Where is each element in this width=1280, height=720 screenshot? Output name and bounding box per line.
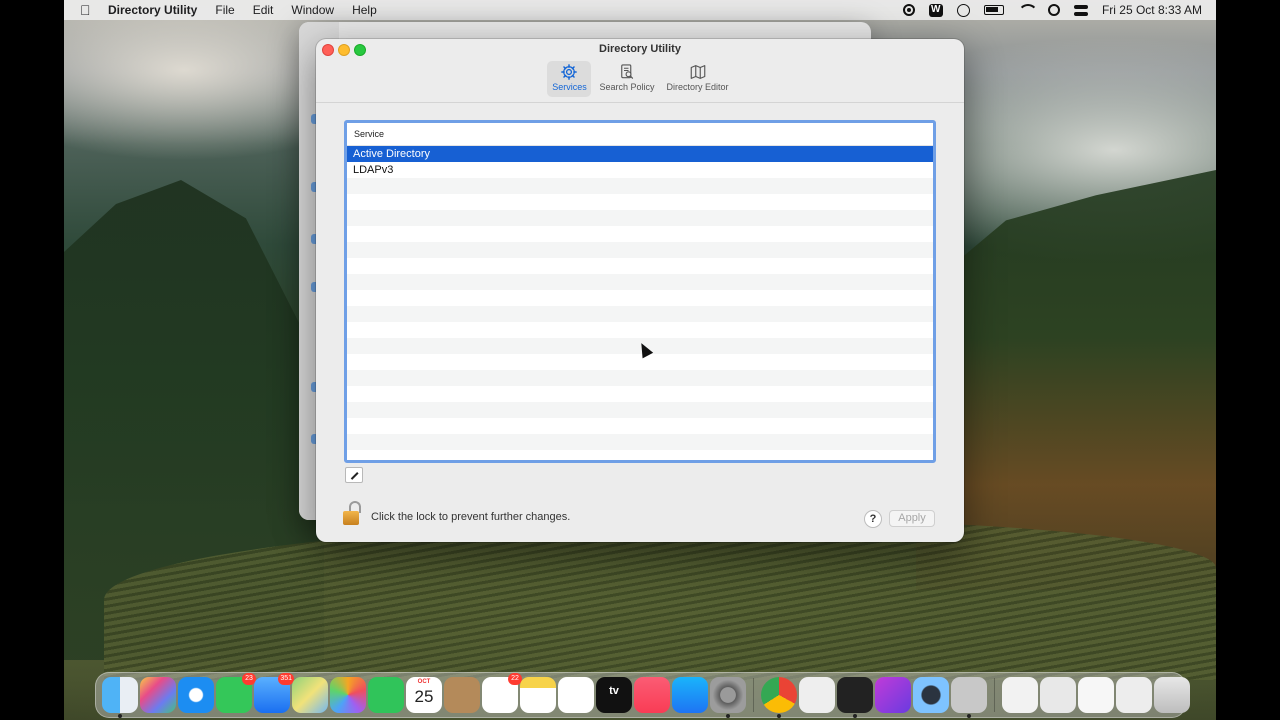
map-icon: [690, 65, 705, 79]
table-row-empty[interactable]: [347, 178, 933, 194]
file-menu[interactable]: File: [206, 3, 243, 17]
help-menu[interactable]: Help: [343, 3, 386, 17]
table-row-empty[interactable]: [347, 210, 933, 226]
running-indicator: [853, 714, 857, 718]
menubar-clock[interactable]: Fri 25 Oct 8:33 AM: [1102, 3, 1202, 17]
dock-separator: [994, 678, 995, 712]
dock-separator: [753, 678, 754, 712]
help-button[interactable]: ?: [864, 510, 882, 528]
running-indicator: [726, 714, 730, 718]
table-row-empty[interactable]: [347, 386, 933, 402]
freeform-icon[interactable]: [558, 677, 594, 713]
document-thumbnail[interactable]: [1040, 677, 1076, 713]
script-editor-icon[interactable]: [799, 677, 835, 713]
gear-icon: [561, 64, 578, 80]
app-menu[interactable]: Directory Utility: [108, 3, 206, 17]
notes-icon[interactable]: [520, 677, 556, 713]
tab-services-label: Services: [552, 82, 587, 92]
app-store-icon[interactable]: [672, 677, 708, 713]
quicktime-icon[interactable]: [913, 677, 949, 713]
table-row-empty[interactable]: [347, 306, 933, 322]
tab-services[interactable]: Services: [547, 61, 592, 97]
battery-icon[interactable]: [983, 5, 1004, 15]
calendar-day: 25: [414, 687, 434, 706]
music-icon[interactable]: [634, 677, 670, 713]
reminders-icon[interactable]: 22: [482, 673, 522, 713]
running-indicator: [967, 714, 971, 718]
tab-directory-editor[interactable]: Directory Editor: [663, 61, 733, 97]
mail-icon[interactable]: 351: [254, 673, 294, 713]
screen-record-icon[interactable]: [902, 4, 915, 16]
apply-button[interactable]: Apply: [889, 510, 935, 527]
tab-search-policy[interactable]: Search Policy: [595, 61, 658, 97]
messages-icon[interactable]: 23: [216, 673, 256, 713]
document-thumbnail[interactable]: [1116, 677, 1152, 713]
tv-icon[interactable]: tv: [596, 677, 632, 713]
table-row-empty[interactable]: [347, 194, 933, 210]
table-row-empty[interactable]: [347, 418, 933, 434]
writer-app-icon[interactable]: [875, 677, 911, 713]
services-table[interactable]: Service Active Directory LDAPv3: [344, 120, 936, 463]
terminal-icon[interactable]: [837, 677, 873, 718]
table-row-empty[interactable]: [347, 370, 933, 386]
chrome-icon[interactable]: [761, 677, 797, 718]
spotlight-search-icon[interactable]: [1047, 4, 1060, 16]
directory-utility-window: Directory Utility Services Search Policy: [316, 39, 964, 542]
running-indicator: [777, 714, 781, 718]
table-row-empty[interactable]: [347, 242, 933, 258]
contacts-icon[interactable]: [444, 677, 480, 713]
launchpad-icon[interactable]: [140, 677, 176, 713]
edit-service-button[interactable]: [345, 467, 363, 483]
services-table-body: Active Directory LDAPv3: [347, 146, 933, 460]
control-center-icon[interactable]: [1073, 4, 1088, 16]
toolbar: Services Search Policy Directory Editor: [316, 61, 964, 97]
maps-icon[interactable]: [292, 677, 328, 713]
toolbar-divider: [316, 102, 964, 103]
calendar-icon[interactable]: OCT 25: [406, 677, 442, 713]
table-row-ldapv3[interactable]: LDAPv3: [347, 162, 933, 178]
table-row-active-directory[interactable]: Active Directory: [347, 146, 933, 162]
table-row-empty[interactable]: [347, 274, 933, 290]
search-doc-icon: [621, 64, 634, 79]
apple-menu-icon[interactable]: : [80, 3, 94, 17]
table-row-empty[interactable]: [347, 450, 933, 460]
facetime-icon[interactable]: [368, 677, 404, 713]
tv-label: tv: [609, 685, 619, 697]
dock: 23 351 OCT 25 22 tv: [95, 672, 1190, 718]
wifi-icon[interactable]: [1017, 4, 1038, 16]
document-thumbnail[interactable]: [1078, 677, 1114, 713]
menu-bar:  Directory Utility File Edit Window Hel…: [64, 0, 1216, 20]
window-menu[interactable]: Window: [282, 3, 343, 17]
window-title: Directory Utility: [599, 43, 681, 55]
trash-icon[interactable]: [1154, 677, 1190, 713]
safari-icon[interactable]: [178, 677, 214, 713]
edit-menu[interactable]: Edit: [244, 3, 283, 17]
lock-icon[interactable]: [340, 499, 366, 527]
document-thumbnail[interactable]: [1002, 677, 1038, 713]
tab-search-policy-label: Search Policy: [599, 82, 655, 92]
writer-app-icon[interactable]: [928, 3, 943, 17]
finder-icon[interactable]: [102, 677, 138, 718]
user-icon[interactable]: [956, 3, 970, 17]
table-row-empty[interactable]: [347, 322, 933, 338]
table-row-empty[interactable]: [347, 226, 933, 242]
table-row-empty[interactable]: [347, 290, 933, 306]
table-row-empty[interactable]: [347, 258, 933, 274]
table-row-empty[interactable]: [347, 354, 933, 370]
lock-message: Click the lock to prevent further change…: [371, 511, 571, 523]
table-row-empty[interactable]: [347, 402, 933, 418]
photos-icon[interactable]: [330, 677, 366, 713]
running-indicator: [118, 714, 122, 718]
system-settings-icon[interactable]: [710, 677, 746, 718]
column-header-service[interactable]: Service: [347, 123, 933, 146]
lock-body: [343, 511, 359, 525]
tab-directory-editor-label: Directory Editor: [666, 82, 729, 92]
calendar-month: OCT: [417, 679, 431, 685]
table-row-empty[interactable]: [347, 434, 933, 450]
directory-utility-icon[interactable]: [951, 677, 987, 718]
